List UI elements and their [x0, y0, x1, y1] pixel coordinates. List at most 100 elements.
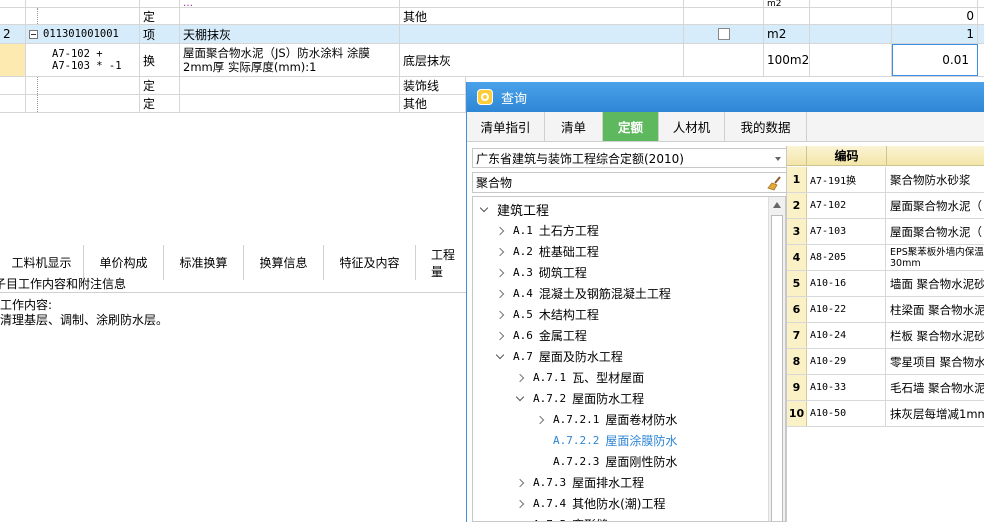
qty-cell: 0: [892, 8, 978, 24]
collapse-icon[interactable]: [29, 29, 38, 39]
grid-row-2[interactable]: 2 011301001001 项 天棚抹灰 m2 1: [0, 25, 984, 44]
result-header-code: 编码: [807, 146, 887, 166]
result-row[interactable]: 3 A7-103 屋面聚合物水泥（: [787, 219, 984, 245]
result-row[interactable]: 4 A8-205 EPS聚苯板外墙内保温 30mm: [787, 245, 984, 271]
result-code: A7-103: [807, 219, 886, 244]
result-name: 屋面聚合物水泥（: [890, 224, 982, 239]
chevron-right-icon[interactable]: [495, 247, 505, 257]
result-row-number: 5: [787, 271, 807, 296]
tree-node-label: 屋面防水工程: [572, 392, 645, 406]
tab-bill[interactable]: 清单: [545, 112, 603, 142]
result-row[interactable]: 10 A10-50 抹灰层每增减1mm: [787, 401, 984, 427]
tree-node[interactable]: A.6 金属工程: [495, 325, 587, 346]
chevron-right-icon[interactable]: [495, 268, 505, 278]
tree-node-label: 瓦、型材屋面: [572, 371, 645, 385]
grid-row-1[interactable]: 定 其他 0: [0, 8, 984, 25]
result-row[interactable]: 8 A10-29 零星项目 聚合物水: [787, 349, 984, 375]
result-code: A10-50: [807, 401, 886, 426]
chevron-down-icon[interactable]: [515, 394, 525, 404]
result-row-number: 6: [787, 297, 807, 322]
tree-node[interactable]: A.4 混凝土及钢筋混凝土工程: [495, 283, 671, 304]
result-code: A10-29: [807, 349, 886, 374]
tree-node[interactable]: A.7.2.3 屋面刚性防水: [535, 451, 677, 472]
result-code: A8-205: [807, 245, 886, 270]
result-row[interactable]: 1 A7-191换 聚合物防水砂浆: [787, 167, 984, 193]
result-row[interactable]: 6 A10-22 柱梁面 聚合物水泥: [787, 297, 984, 323]
qty-input[interactable]: 0.01: [892, 44, 978, 76]
grid-row-0[interactable]: … m2: [0, 0, 984, 8]
type-cell: 定: [140, 8, 180, 24]
tree-node-code: A.7: [513, 350, 533, 363]
tree-node[interactable]: A.2 桩基础工程: [495, 241, 599, 262]
dialog-titlebar[interactable]: 查询: [467, 82, 984, 112]
chevron-right-icon[interactable]: [515, 499, 525, 509]
tree-node-code: A.4: [513, 287, 533, 300]
chevron-right-icon[interactable]: [515, 373, 525, 383]
broom-clear-icon[interactable]: [767, 175, 783, 191]
chevron-down-icon[interactable]: [495, 352, 505, 362]
qty-cell: 1: [892, 25, 978, 43]
feature-cell: 装饰线: [400, 77, 466, 94]
type-cell: 换: [140, 44, 180, 76]
tree-node-code: A.7.2.2: [553, 434, 600, 447]
code-cell[interactable]: 011301001001: [26, 25, 140, 43]
tree-node[interactable]: A.7.2.1 屋面卷材防水: [535, 409, 677, 430]
tree-node-code: A.2: [513, 245, 533, 258]
tree-node[interactable]: A.7.2 屋面防水工程: [515, 388, 644, 409]
tree-line: [26, 8, 140, 24]
code-cell: [26, 0, 140, 7]
tree-node[interactable]: A.7.3 屋面排水工程: [515, 472, 644, 493]
scroll-up-icon[interactable]: [773, 202, 781, 208]
tree-node-code: A.7.3: [533, 476, 567, 489]
unit-cell: 100m2: [764, 44, 810, 76]
tab-bill-guide[interactable]: 清单指引: [467, 112, 545, 142]
chevron-right-icon[interactable]: [495, 331, 505, 341]
tree-node[interactable]: A.7.1 瓦、型材屋面: [515, 367, 644, 388]
result-row[interactable]: 7 A10-24 栏板 聚合物水泥砂: [787, 323, 984, 349]
grid-row-3[interactable]: A7-102 + A7-103 * -1 换 屋面聚合物水泥（JS）防水涂料 涂…: [0, 44, 984, 77]
tree-node[interactable]: A.7 屋面及防水工程: [495, 346, 623, 367]
tree-node-label: 变形缝: [572, 516, 608, 521]
tree-node[interactable]: A.7.4 其他防水(潮)工程: [515, 493, 666, 514]
work-content-text: 清理基层、调制、涂刷防水层。: [0, 313, 169, 327]
tree-node[interactable]: A.5 木结构工程: [495, 304, 599, 325]
chevron-right-icon[interactable]: [495, 310, 505, 320]
type-cell: 项: [140, 25, 180, 43]
tree-node-label: 屋面排水工程: [572, 476, 645, 490]
chevron-right-icon[interactable]: [535, 415, 545, 425]
chevron-right-icon[interactable]: [495, 226, 505, 236]
tab-labor-material-machine[interactable]: 人材机: [659, 112, 725, 142]
tree-scrollbar[interactable]: [768, 197, 785, 521]
qty-cell: [892, 0, 978, 7]
result-row-number: 1: [787, 167, 807, 192]
result-row[interactable]: 5 A10-16 墙面 聚合物水泥砂: [787, 271, 984, 297]
checkbox[interactable]: [717, 28, 730, 40]
quota-library-select[interactable]: 广东省建筑与装饰工程综合定额(2010): [472, 148, 787, 168]
tree-node[interactable]: A.3 砌筑工程: [495, 262, 587, 283]
tree-node[interactable]: A.1 土石方工程: [495, 220, 599, 241]
chevron-right-icon[interactable]: [515, 478, 525, 488]
scroll-thumb[interactable]: [771, 215, 783, 521]
leaf-spacer: [535, 436, 545, 446]
result-row-number: 4: [787, 245, 807, 270]
tab-my-data[interactable]: 我的数据: [725, 112, 807, 142]
chevron-down-icon[interactable]: [479, 205, 489, 215]
tree-node-label: 桩基础工程: [538, 245, 599, 259]
type-cell: [140, 0, 180, 7]
tree-node[interactable]: A.7.5 变形缝: [515, 514, 608, 521]
result-row-number: 2: [787, 193, 807, 218]
tab-quota[interactable]: 定额: [603, 112, 659, 142]
chevron-right-icon[interactable]: [495, 289, 505, 299]
result-row-number: 10: [787, 401, 807, 426]
tree-node[interactable]: 建筑工程: [479, 199, 549, 220]
tree-node-code: A.7.2.1: [553, 413, 600, 426]
search-input[interactable]: 聚合物: [472, 172, 787, 193]
result-row[interactable]: 9 A10-33 毛石墙 聚合物水泥: [787, 375, 984, 401]
unit-cell: m2: [764, 0, 810, 7]
tree-node-code: A.7.2.3: [553, 455, 600, 468]
type-cell: 定: [140, 77, 180, 94]
tree-node-code: A.7.5: [533, 518, 566, 521]
tree-node[interactable]: A.7.2.2 屋面涂膜防水: [535, 430, 677, 451]
leaf-spacer: [535, 457, 545, 467]
result-row[interactable]: 2 A7-102 屋面聚合物水泥（: [787, 193, 984, 219]
